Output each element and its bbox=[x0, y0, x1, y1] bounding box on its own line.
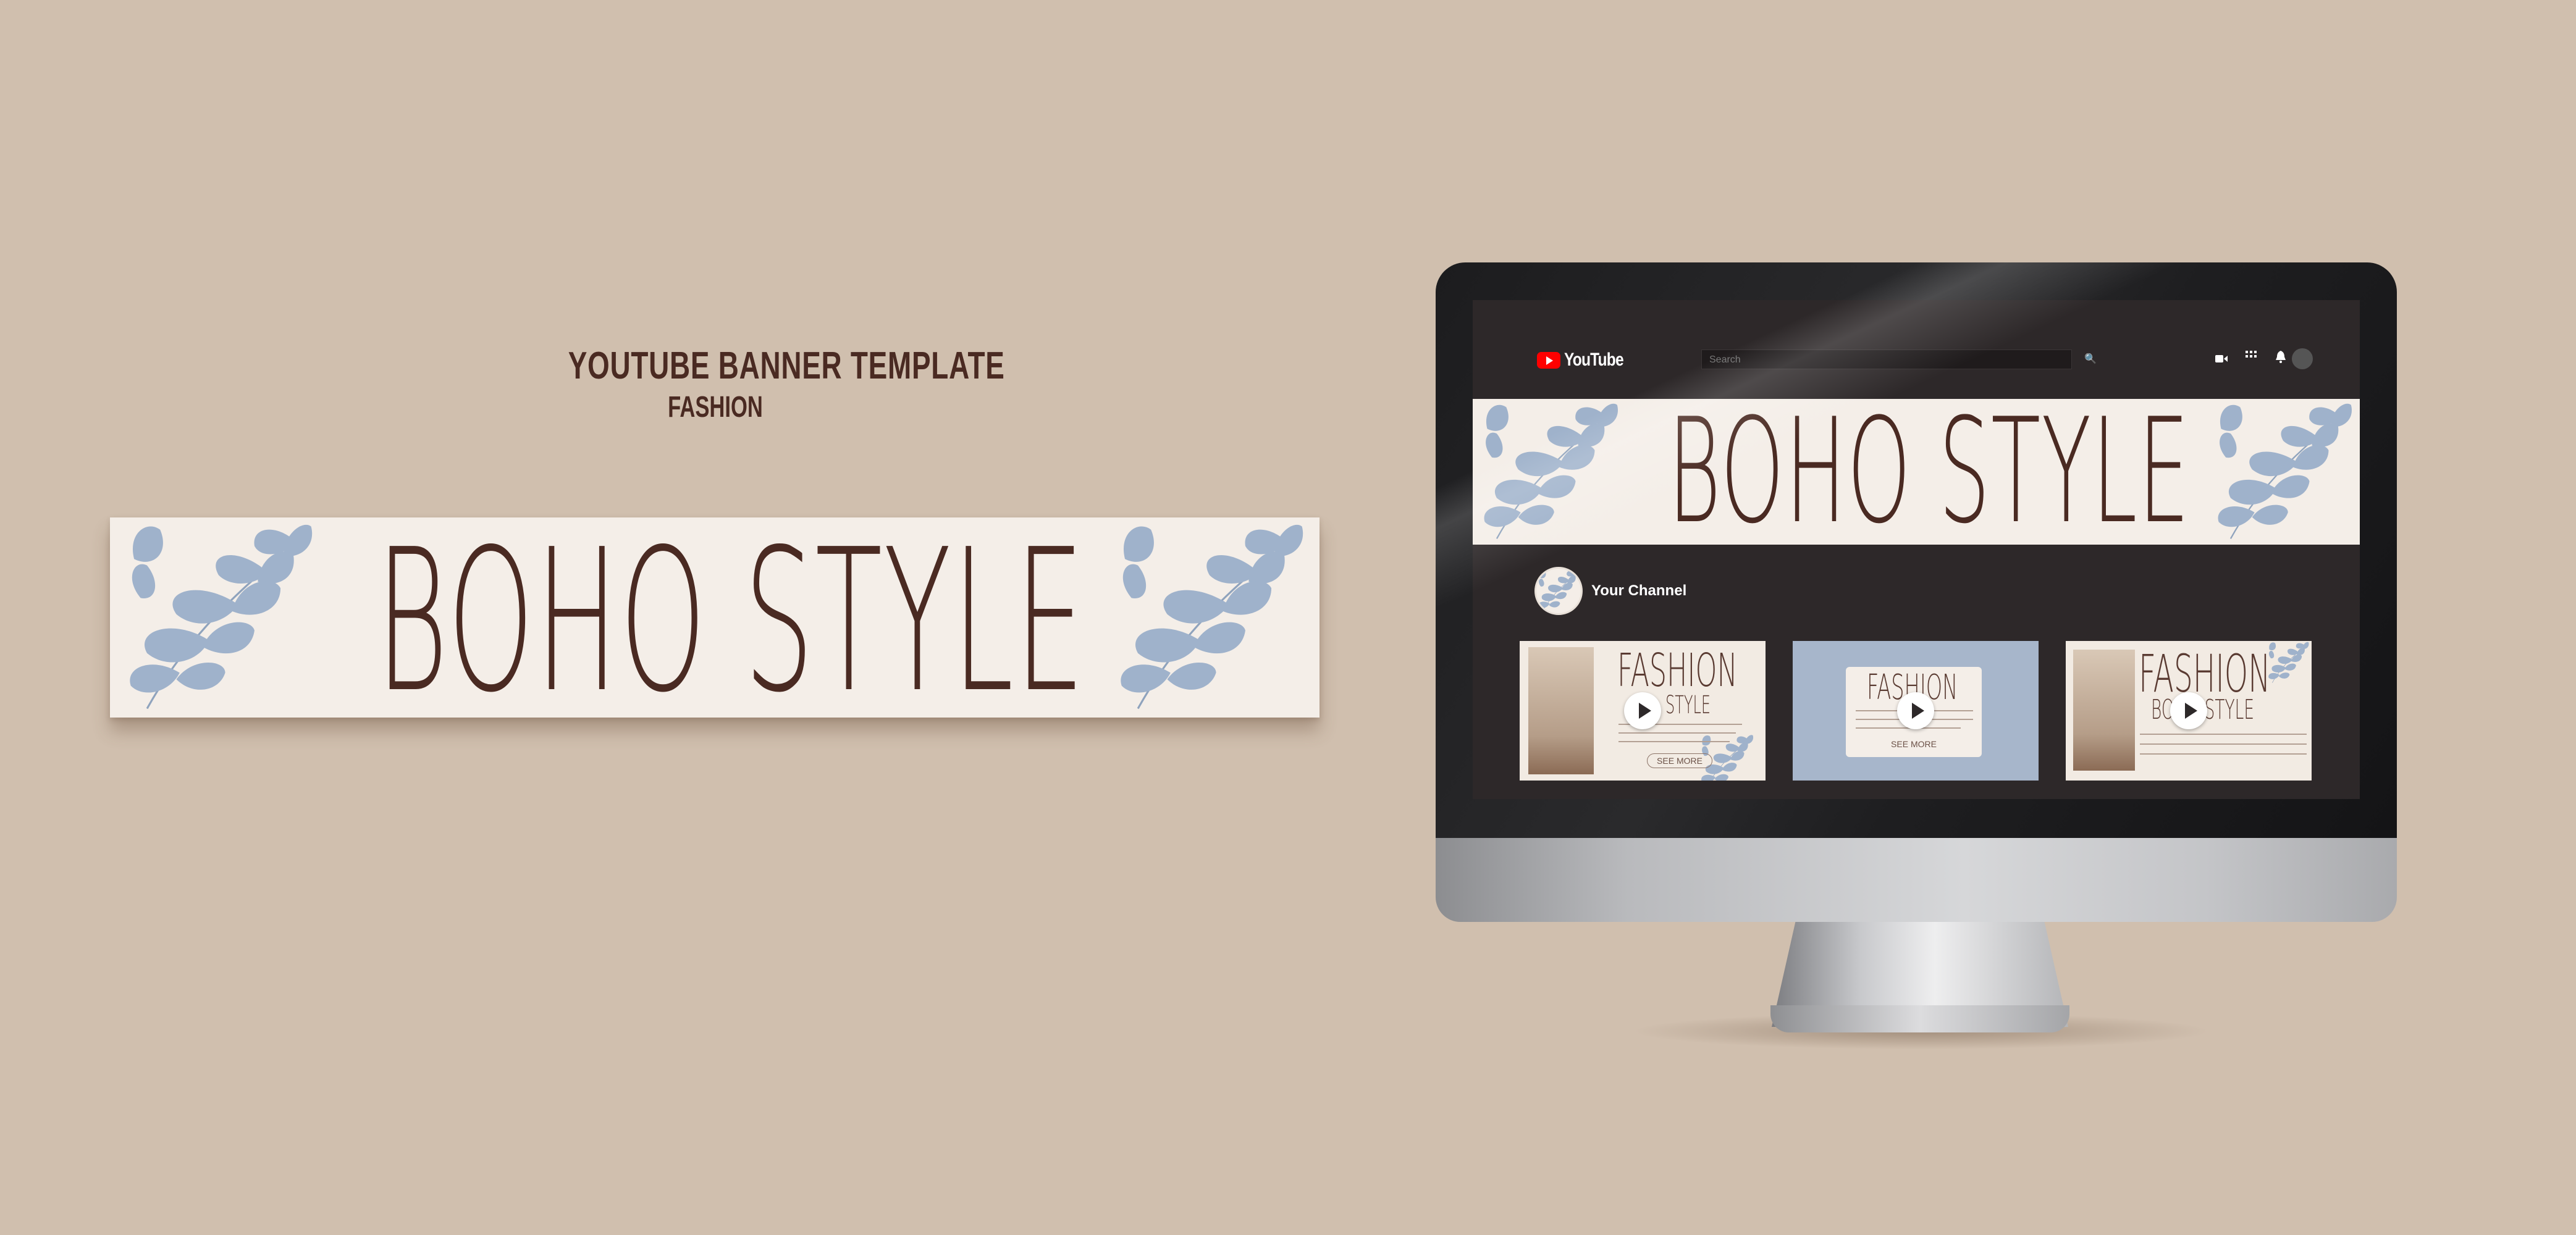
apps-icon[interactable] bbox=[2242, 350, 2260, 366]
see-more-button: SEE MORE bbox=[1891, 739, 1937, 749]
notifications-icon[interactable] bbox=[2272, 351, 2289, 367]
text-line bbox=[2140, 743, 2307, 745]
model-photo bbox=[1528, 647, 1594, 774]
youtube-logo-text: YouTube bbox=[1564, 350, 1624, 370]
leaf-decoration-right bbox=[2212, 400, 2355, 543]
create-video-icon[interactable] bbox=[2213, 351, 2230, 367]
text-line bbox=[1618, 732, 1736, 734]
text-line bbox=[2140, 753, 2307, 755]
play-icon[interactable] bbox=[2170, 692, 2207, 729]
thumbnail-title: FASHION bbox=[1617, 644, 1738, 697]
leaf-decoration-left bbox=[120, 520, 318, 715]
thumbnail-subtitle: STYLE bbox=[1665, 691, 1711, 719]
model-photo bbox=[2073, 650, 2135, 771]
leaf-decoration-left bbox=[1478, 400, 1621, 543]
leaf-decoration-right bbox=[1111, 520, 1308, 715]
monitor-screen: YouTube Search 🔍 BOHO STYLE Your Channel… bbox=[1473, 300, 2360, 799]
channel-avatar[interactable] bbox=[1534, 567, 1583, 615]
youtube-logo[interactable]: YouTube bbox=[1537, 350, 1636, 371]
leaf-decoration bbox=[2263, 641, 2312, 684]
text-line bbox=[2140, 734, 2307, 735]
video-thumbnail[interactable]: FASHION STYLE SEE MORE bbox=[1520, 641, 1766, 781]
search-input[interactable]: Search bbox=[1701, 350, 2072, 369]
template-subtitle: FASHION bbox=[668, 391, 763, 424]
video-thumbnail[interactable]: FASHION SEE MORE bbox=[1793, 641, 2039, 781]
youtube-play-icon bbox=[1537, 351, 1560, 369]
play-icon[interactable] bbox=[1897, 692, 1934, 729]
channel-banner: BOHO STYLE bbox=[1473, 399, 2360, 545]
banner-text: BOHO STYLE bbox=[376, 517, 1086, 718]
leaf-icon bbox=[1536, 569, 1581, 613]
see-more-button: SEE MORE bbox=[1647, 753, 1712, 768]
monitor-chin bbox=[1436, 838, 2397, 922]
channel-name[interactable]: Your Channel bbox=[1591, 582, 1686, 600]
banner-preview: BOHO STYLE bbox=[110, 517, 1320, 718]
play-icon[interactable] bbox=[1624, 692, 1661, 729]
video-thumbnail[interactable]: FASHION BOHO STYLE bbox=[2066, 641, 2312, 781]
channel-banner-text: BOHO STYLE bbox=[1667, 399, 2191, 545]
account-avatar[interactable] bbox=[2292, 348, 2313, 369]
thumbnail-title: FASHION bbox=[2139, 643, 2271, 704]
template-title: YOUTUBE BANNER TEMPLATE bbox=[568, 345, 1005, 387]
search-icon[interactable]: 🔍 bbox=[2084, 351, 2100, 367]
text-line bbox=[1618, 741, 1730, 742]
monitor-stand-base bbox=[1770, 1005, 2069, 1032]
